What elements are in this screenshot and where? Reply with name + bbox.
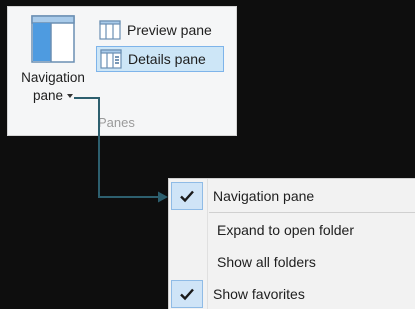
menu-item-show-favorites[interactable]: Show favorites xyxy=(169,279,415,309)
navigation-pane-button[interactable]: Navigation pane xyxy=(10,9,96,109)
preview-pane-label: Preview pane xyxy=(127,22,212,38)
panes-group-label: Panes xyxy=(98,115,135,130)
details-pane-icon xyxy=(100,49,122,69)
panes-ribbon-group: Navigation pane Preview pane Details pan… xyxy=(7,6,237,136)
menu-item-label: Navigation pane xyxy=(213,188,315,204)
dropdown-caret-icon[interactable] xyxy=(67,94,74,98)
menu-item-navigation-pane[interactable]: Navigation pane xyxy=(169,181,415,211)
preview-pane-button[interactable]: Preview pane xyxy=(96,17,224,43)
menu-item-label: Show favorites xyxy=(213,286,305,302)
navigation-pane-dropdown-menu: Navigation pane Expand to open folder Sh… xyxy=(168,178,415,309)
navigation-pane-label: Navigation pane xyxy=(21,70,85,103)
details-pane-button[interactable]: Details pane xyxy=(96,46,224,72)
menu-item-show-all-folders[interactable]: Show all folders xyxy=(169,247,415,277)
menu-item-expand-to-open-folder[interactable]: Expand to open folder xyxy=(169,215,415,245)
navigation-pane-icon xyxy=(31,15,75,63)
menu-item-label: Show all folders xyxy=(217,254,316,270)
details-pane-label: Details pane xyxy=(128,51,206,67)
preview-pane-icon xyxy=(99,20,121,40)
menu-item-label: Expand to open folder xyxy=(217,222,354,238)
checkmark-icon xyxy=(171,182,203,210)
menu-separator xyxy=(209,212,415,213)
arrow-head-icon xyxy=(158,191,168,203)
checkmark-icon xyxy=(171,280,203,308)
